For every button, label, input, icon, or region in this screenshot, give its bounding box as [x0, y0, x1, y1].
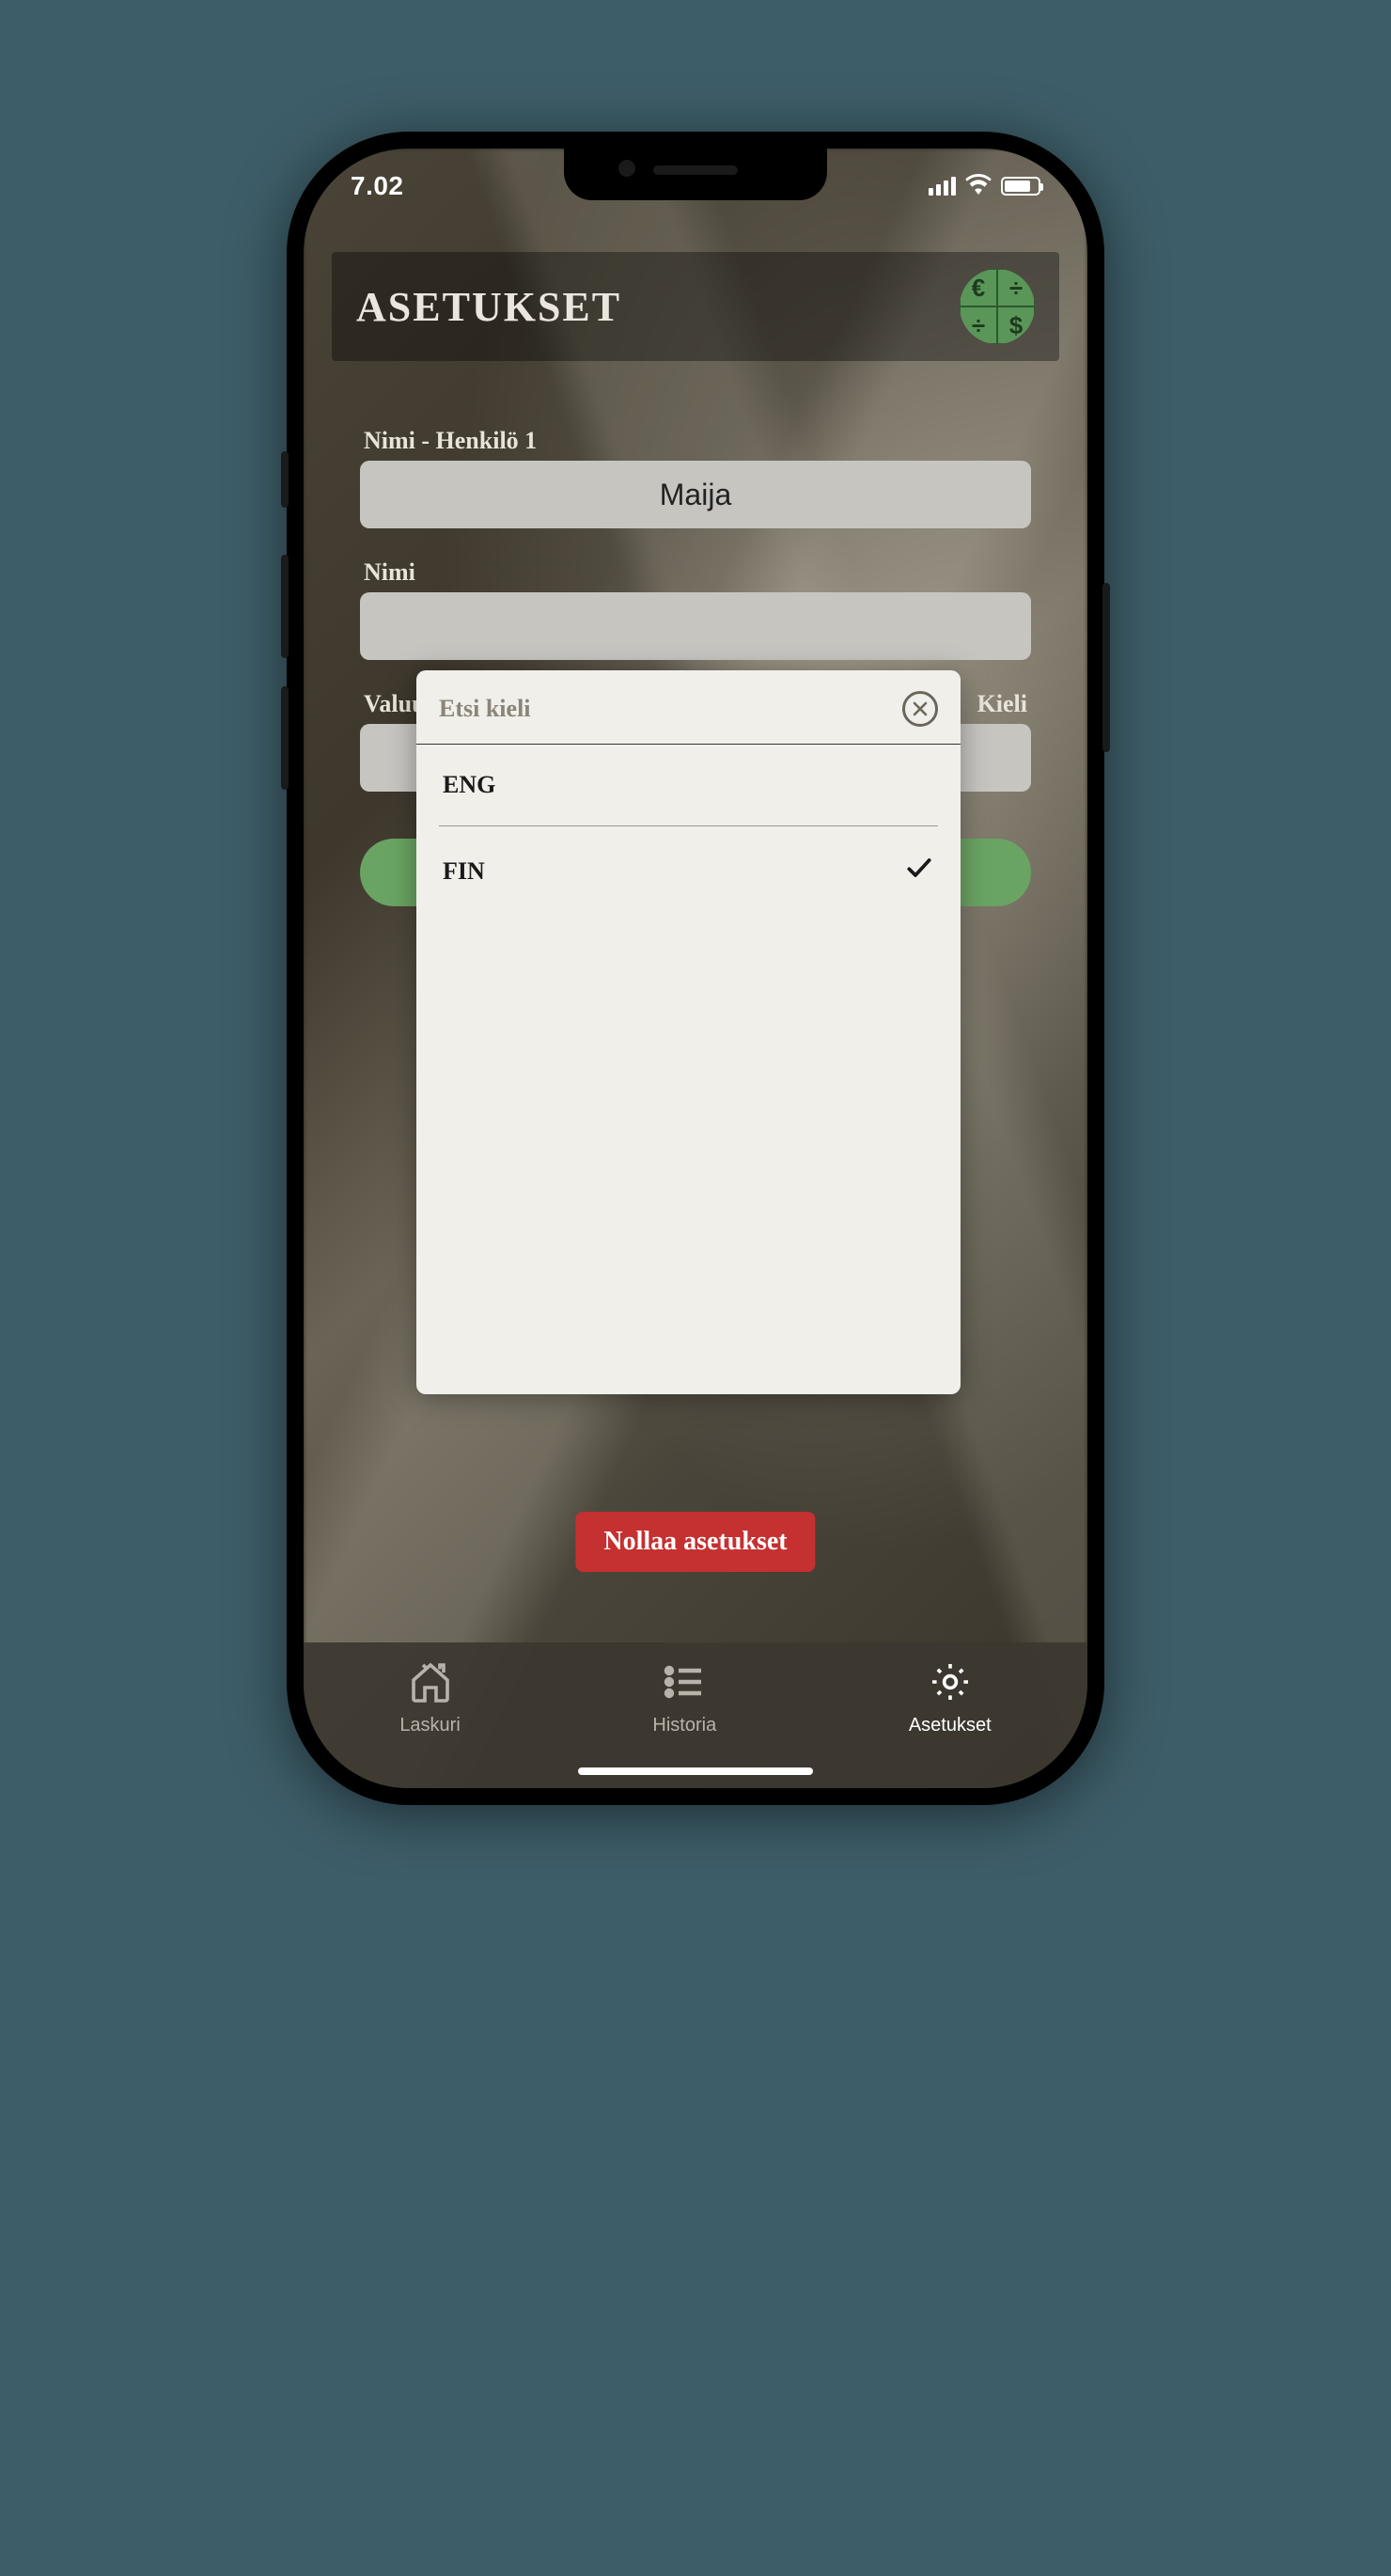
tab-settings[interactable]: Asetukset — [909, 1659, 992, 1736]
status-time: 7.02 — [351, 171, 404, 201]
person2-label: Nimi — [360, 558, 1031, 587]
tab-label: Laskuri — [399, 1715, 460, 1736]
modal-search-row — [416, 670, 961, 745]
person2-input[interactable] — [360, 592, 1031, 660]
language-list: ENG FIN — [416, 745, 961, 916]
tab-bar: Laskuri Historia Asetukset — [304, 1642, 1087, 1788]
volume-down-button — [281, 686, 289, 790]
volume-up-button — [281, 555, 289, 658]
tab-calculator[interactable]: Laskuri — [399, 1659, 460, 1736]
check-icon — [904, 853, 934, 889]
battery-icon — [1001, 177, 1040, 196]
language-search-input[interactable] — [439, 695, 902, 723]
person1-input[interactable] — [360, 461, 1031, 528]
close-icon[interactable] — [902, 691, 938, 727]
tab-label: Historia — [652, 1715, 716, 1736]
screen: 7.02 ASETUKSET € ÷ ÷ $ — [304, 149, 1087, 1788]
language-option-eng[interactable]: ENG — [439, 745, 938, 826]
header: ASETUKSET € ÷ ÷ $ — [332, 252, 1059, 361]
phone-frame: 7.02 ASETUKSET € ÷ ÷ $ — [287, 132, 1104, 1805]
status-icons — [929, 174, 1040, 199]
tab-history[interactable]: Historia — [652, 1659, 716, 1736]
gear-icon — [928, 1659, 973, 1709]
power-button — [1102, 583, 1110, 752]
language-code: ENG — [443, 771, 495, 799]
list-icon — [662, 1659, 707, 1709]
mute-switch — [281, 451, 289, 508]
home-indicator[interactable] — [578, 1767, 813, 1775]
cellular-signal-icon — [929, 177, 956, 196]
language-code: FIN — [443, 857, 485, 886]
language-picker-modal: ENG FIN — [416, 670, 961, 1394]
wifi-icon — [965, 174, 992, 199]
person1-label: Nimi - Henkilö 1 — [360, 427, 1031, 455]
language-option-fin[interactable]: FIN — [439, 826, 938, 916]
home-icon — [408, 1659, 453, 1709]
tab-label: Asetukset — [909, 1715, 992, 1736]
app-logo-icon: € ÷ ÷ $ — [960, 269, 1035, 344]
notch — [564, 149, 827, 200]
page-title: ASETUKSET — [356, 283, 621, 331]
